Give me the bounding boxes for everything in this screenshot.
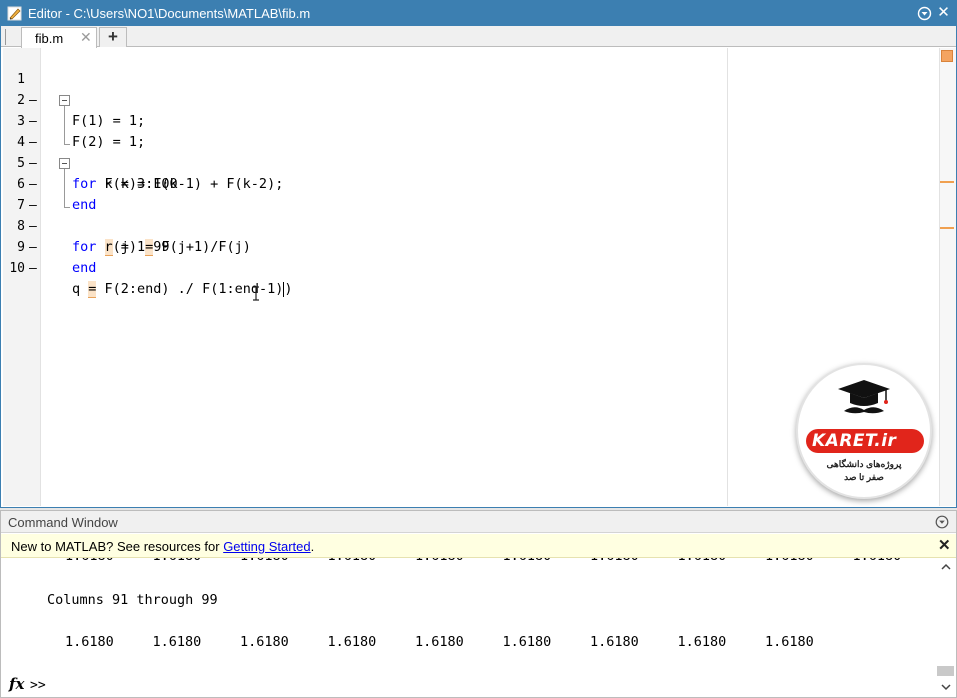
logo-wordmark: KARET.ir [812, 431, 897, 451]
banner-text: New to MATLAB? See resources for Getting… [11, 539, 314, 554]
code-line[interactable]: 8 – end [3, 195, 723, 276]
command-window: Command Window New to MATLAB? See resour… [0, 510, 957, 698]
editor-app-icon [7, 6, 22, 21]
output-value: 1.6180 [765, 634, 814, 650]
command-prompt-row[interactable]: fx >> [1, 675, 936, 697]
fold-toggle-icon[interactable] [59, 95, 70, 106]
output-columns-header: Columns 91 through 99 [47, 592, 218, 608]
overview-ruler[interactable] [939, 48, 956, 506]
fx-function-browser-icon[interactable]: fx [9, 675, 24, 693]
output-value: 1.6180 [153, 558, 202, 564]
output-value: 1.6180 [240, 558, 289, 564]
code-line[interactable]: 10 [3, 237, 723, 276]
editor-tab-bar: fib.m ✕ + [1, 26, 956, 48]
command-scrollbar[interactable] [936, 558, 956, 696]
output-value: 1.6180 [415, 634, 464, 650]
code-line[interactable]: 7 – r(j) = F(j+1)/F(j) [3, 174, 723, 256]
logo-subtitle: صفر تا صد [844, 472, 884, 482]
output-value: 1.6180 [415, 558, 464, 564]
tab-label: fib.m [35, 31, 64, 46]
output-value: 1.6180 [240, 634, 289, 650]
tab-close-icon[interactable]: ✕ [80, 29, 92, 46]
window-menu-icon[interactable] [917, 6, 932, 21]
keyword-end: end [72, 260, 97, 276]
output-value: 1.6180 [853, 558, 902, 564]
output-value: 1.6180 [327, 634, 377, 650]
output-value: 1.6180 [765, 558, 814, 564]
banner-period: . [310, 539, 315, 554]
output-value: 1.6180 [152, 634, 202, 650]
code-line[interactable]: 3 – for k = 3:100 [3, 90, 723, 192]
editor-title: Editor - C:\Users\NO1\Documents\MATLAB\f… [28, 6, 311, 21]
scroll-thumb[interactable] [937, 666, 954, 676]
code-line[interactable]: 5 – end [3, 132, 723, 213]
chevron-up-icon[interactable] [941, 562, 951, 572]
code-text: q [72, 281, 89, 297]
editor-titlebar[interactable]: Editor - C:\Users\NO1\Documents\MATLAB\f… [1, 1, 956, 26]
getting-started-banner: New to MATLAB? See resources for Getting… [1, 534, 956, 558]
command-window-title: Command Window [8, 515, 118, 530]
code-line[interactable]: 4 – F(k)= F(k-1) + F(k-2); [3, 111, 723, 192]
output-value: 1.6180 [65, 634, 114, 650]
ibeam-cursor-icon [253, 286, 259, 301]
output-value: 1.6180 [503, 558, 552, 564]
command-output[interactable]: 1.6180 1.6180 1.6180 1.6180 1.6180 1.6180 1.61… [1, 558, 936, 678]
tab-scroll-handle[interactable] [5, 29, 17, 45]
getting-started-link[interactable]: Getting Started [223, 539, 310, 554]
warning-marker[interactable] [940, 227, 954, 229]
logo-subtitle: پروژه‌های دانشگاهی [826, 459, 902, 469]
output-value: 1.6180 [678, 558, 727, 564]
banner-close-icon[interactable]: ✕ [938, 536, 951, 554]
code-line[interactable]: 2 – F(2) = 1; [3, 69, 723, 150]
chevron-down-icon[interactable] [941, 682, 951, 692]
command-window-titlebar[interactable]: Command Window [1, 511, 956, 533]
editor-window: Editor - C:\Users\NO1\Documents\MATLAB\f… [0, 0, 957, 508]
karet-logo: KARET.ir پروژه‌های دانشگاهی صفر تا صد [796, 363, 932, 499]
command-prompt: >> [30, 678, 46, 693]
new-tab-button[interactable]: + [99, 27, 127, 47]
window-menu-icon[interactable] [935, 515, 949, 529]
code-line[interactable]: 1 – F(1) = 1; [3, 48, 723, 129]
line-number: 10 [9, 261, 25, 276]
graduation-cap-icon [838, 380, 890, 414]
output-value: 1.6180 [677, 634, 727, 650]
close-icon[interactable]: ✕ [936, 5, 951, 20]
banner-message: New to MATLAB? See resources for [11, 539, 224, 554]
fold-toggle-icon[interactable] [59, 158, 70, 169]
output-value: 1.6180 [590, 634, 639, 650]
tab-fib-m[interactable]: fib.m ✕ [21, 27, 97, 48]
code-line[interactable]: 6 – for j = 1:99 [3, 153, 723, 255]
output-value: 1.6180 [502, 634, 552, 650]
right-margin-line [727, 48, 728, 506]
output-value: 1.6180 [65, 558, 114, 564]
warning-status-icon[interactable] [941, 50, 953, 62]
code-text: ) [284, 281, 293, 297]
warning-marker[interactable] [940, 181, 954, 183]
code-line[interactable]: 9 – q = F(2:end) ./ F(1:end-1)) [3, 216, 723, 298]
output-value: 1.6180 [328, 558, 377, 564]
output-value: 1.6180 [590, 558, 639, 564]
